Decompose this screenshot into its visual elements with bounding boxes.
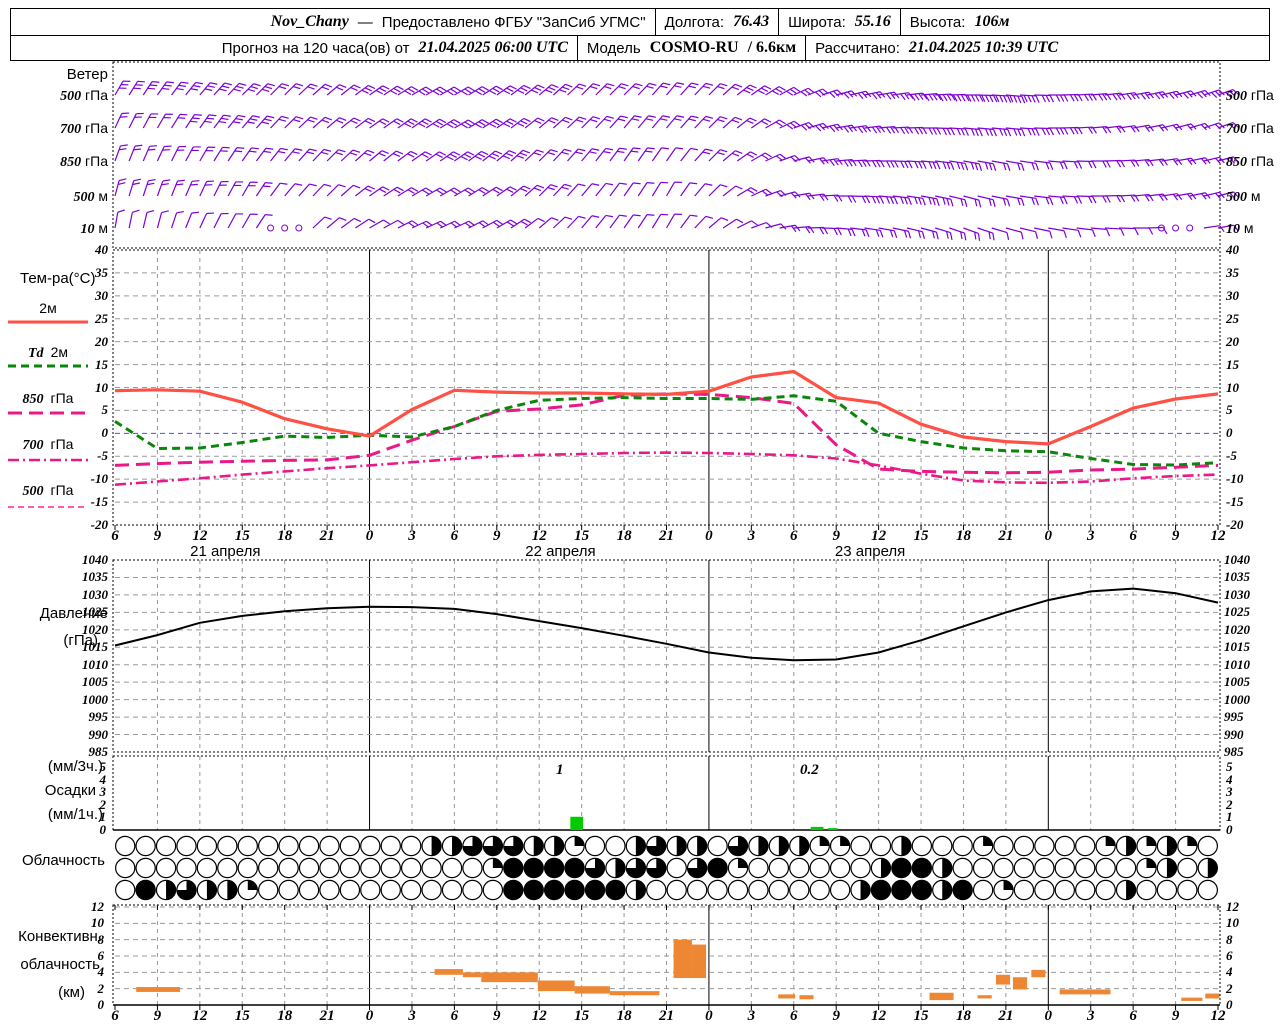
temp-curve-td2m	[114, 394, 1219, 467]
wind-barbs-row-1	[114, 80, 1239, 104]
precip-bars	[570, 816, 838, 830]
wind-barbs-row-5	[114, 209, 1239, 241]
wind-barbs-row-4	[114, 178, 1239, 208]
cloud-row-1	[115, 835, 1218, 857]
meteogram-page: Nov_Chany — Предоставлено ФГБУ "ЗапСиб У…	[0, 0, 1280, 1024]
wind-barbs-row-3	[114, 144, 1239, 171]
cloud-row-3	[115, 879, 1218, 901]
wind-barbs-row-2	[114, 112, 1239, 137]
temp-legend-lines	[8, 320, 88, 508]
convective-bars	[136, 939, 1220, 1001]
cloud-row-2	[115, 857, 1218, 879]
meteogram-chart	[8, 61, 1239, 1010]
